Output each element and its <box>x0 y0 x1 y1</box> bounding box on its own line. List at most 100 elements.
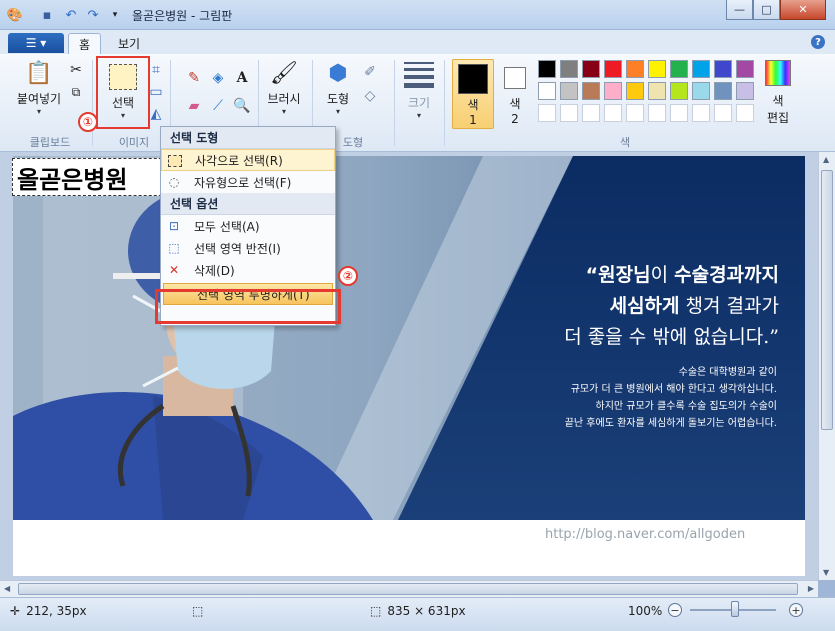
palette-color-swatch[interactable] <box>692 82 710 100</box>
brush-button[interactable]: 🖌 브러시 ▾ <box>262 58 306 117</box>
pencil-icon[interactable]: ✎ <box>184 68 204 88</box>
color-picker-icon[interactable]: ⟋ <box>208 96 228 116</box>
magnifier-icon[interactable]: 🔍 <box>232 96 252 116</box>
copy-icon[interactable]: ⧉ <box>66 82 86 102</box>
vertical-scroll-thumb[interactable] <box>821 170 833 430</box>
save-icon[interactable]: ▪ <box>38 6 56 24</box>
shapes-button[interactable]: ⬢ 도형 ▾ <box>318 58 358 117</box>
palette-custom-slot[interactable] <box>560 104 578 122</box>
palette-color-swatch[interactable] <box>626 60 644 78</box>
menu-item-invert-selection[interactable]: ⬚ 선택 영역 반전(I) <box>161 237 335 259</box>
paste-button[interactable]: 📋 붙여넣기 ▾ <box>14 58 64 117</box>
customize-quick-access-icon[interactable]: ▾ <box>106 6 124 24</box>
zoom-in-button[interactable]: + <box>789 603 803 617</box>
close-button[interactable]: ✕ <box>780 0 826 20</box>
scroll-right-icon[interactable]: ▶ <box>808 584 814 593</box>
scroll-left-icon[interactable]: ◀ <box>4 584 10 593</box>
color1-label-line2: 1 <box>469 113 477 127</box>
scroll-up-icon[interactable]: ▲ <box>823 155 829 164</box>
palette-custom-slot[interactable] <box>714 104 732 122</box>
canvas-workspace[interactable]: “원장님이 수술경과까지 세심하게 챙겨 결과가 더 좋을 수 밖에 없습니다.… <box>0 152 835 580</box>
cut-icon[interactable]: ✂ <box>66 60 86 80</box>
eraser-icon[interactable]: ▰ <box>184 96 204 116</box>
palette-custom-slot[interactable] <box>670 104 688 122</box>
shapes-icon: ⬢ <box>328 60 348 86</box>
palette-custom-slot[interactable] <box>604 104 622 122</box>
menu-section-selection-shapes: 선택 도형 <box>161 127 335 149</box>
palette-color-swatch[interactable] <box>648 82 666 100</box>
palette-color-swatch[interactable] <box>736 60 754 78</box>
palette-color-swatch[interactable] <box>692 60 710 78</box>
menu-item-rectangular-selection[interactable]: 사각으로 선택(R) <box>161 149 335 171</box>
palette-color-swatch[interactable] <box>560 82 578 100</box>
zoom-slider-thumb[interactable] <box>731 601 739 617</box>
selected-text-region[interactable]: 올곧은병원 <box>12 158 172 196</box>
menu-item-label: 선택 영역 반전(I) <box>194 241 281 256</box>
paint-app-icon[interactable]: 🎨 <box>6 6 24 24</box>
vertical-scrollbar[interactable]: ▲ ▼ <box>818 152 835 580</box>
palette-custom-slot[interactable] <box>538 104 556 122</box>
palette-color-swatch[interactable] <box>538 60 556 78</box>
app-menu-button[interactable]: ☰ ▾ <box>8 33 64 53</box>
color1-button[interactable]: 색 1 <box>452 59 494 129</box>
palette-custom-slot[interactable] <box>626 104 644 122</box>
text-icon[interactable]: A <box>232 68 252 88</box>
palette-color-swatch[interactable] <box>714 60 732 78</box>
palette-color-swatch[interactable] <box>736 82 754 100</box>
menu-item-label: 선택 영역 투명하게(T) <box>197 287 310 302</box>
menu-icon: ☰ ▾ <box>25 36 47 50</box>
palette-custom-slot[interactable] <box>736 104 754 122</box>
quote-bold-2: 수술경과까지 <box>674 264 779 286</box>
palette-color-swatch[interactable] <box>582 60 600 78</box>
palette-color-swatch[interactable] <box>670 82 688 100</box>
paste-label: 붙여넣기 <box>16 92 62 106</box>
palette-color-swatch[interactable] <box>538 82 556 100</box>
size-button[interactable]: 크기 ▾ <box>400 58 438 120</box>
menu-item-delete[interactable]: ✕ 삭제(D) <box>161 259 335 281</box>
image-canvas[interactable]: “원장님이 수술경과까지 세심하게 챙겨 결과가 더 좋을 수 밖에 없습니다.… <box>13 156 805 520</box>
select-button[interactable]: 선택 ▾ <box>98 58 148 120</box>
color2-button[interactable]: 색 2 <box>498 59 532 126</box>
ribbon-tabs: ☰ ▾ 홈 보기 ? <box>0 30 835 54</box>
menu-item-select-all[interactable]: ⊡ 모두 선택(A) <box>161 215 335 237</box>
menu-item-transparent-selection[interactable]: 선택 영역 투명하게(T) <box>163 283 333 305</box>
redo-icon[interactable]: ↷ <box>84 6 102 24</box>
horizontal-scroll-thumb[interactable] <box>18 583 798 595</box>
help-icon[interactable]: ? <box>811 35 825 49</box>
minimize-button[interactable]: — <box>726 0 753 20</box>
title-bar: 🎨 ▪ ↶ ↷ ▾ 올곧은병원 - 그림판 — □ ✕ <box>0 0 835 30</box>
palette-color-swatch[interactable] <box>670 60 688 78</box>
palette-color-swatch[interactable] <box>582 82 600 100</box>
palette-color-swatch[interactable] <box>604 82 622 100</box>
palette-color-swatch[interactable] <box>604 60 622 78</box>
menu-item-free-form-selection[interactable]: ◌ 자유형으로 선택(F) <box>161 171 335 193</box>
palette-custom-slot[interactable] <box>582 104 600 122</box>
resize-icon[interactable]: ▭ <box>146 82 166 102</box>
rotate-icon[interactable]: ◭ <box>146 104 166 124</box>
rect-select-icon <box>167 153 183 169</box>
palette-color-swatch[interactable] <box>626 82 644 100</box>
zoom-out-button[interactable]: − <box>668 603 682 617</box>
tab-home[interactable]: 홈 <box>68 33 102 54</box>
palette-color-swatch[interactable] <box>714 82 732 100</box>
color2-swatch <box>504 67 526 89</box>
color2-label-line2: 2 <box>511 112 519 126</box>
fill-icon[interactable]: ◈ <box>208 68 228 88</box>
undo-icon[interactable]: ↶ <box>62 6 80 24</box>
edit-colors-button[interactable]: 색 편집 <box>758 58 798 126</box>
size-label: 크기 <box>407 96 431 110</box>
ribbon-home: 📋 붙여넣기 ▾ ✂ ⧉ 클립보드 선택 ▾ ⌗ ▭ ◭ 이미지 ✎ ◈ A ▰… <box>0 54 835 152</box>
fill-shape-icon[interactable]: ◇ <box>360 86 380 106</box>
crop-icon[interactable]: ⌗ <box>146 60 166 80</box>
outline-icon[interactable]: ✐ <box>360 62 380 82</box>
palette-custom-slot[interactable] <box>648 104 666 122</box>
maximize-button[interactable]: □ <box>753 0 780 20</box>
tab-view[interactable]: 보기 <box>108 33 150 54</box>
scroll-down-icon[interactable]: ▼ <box>823 568 829 577</box>
edit-colors-label-line1: 색 <box>772 94 784 108</box>
palette-color-swatch[interactable] <box>560 60 578 78</box>
horizontal-scrollbar[interactable]: ◀ ▶ <box>0 580 818 597</box>
zoom-level: 100% <box>628 604 663 618</box>
palette-color-swatch[interactable] <box>648 60 666 78</box>
palette-custom-slot[interactable] <box>692 104 710 122</box>
